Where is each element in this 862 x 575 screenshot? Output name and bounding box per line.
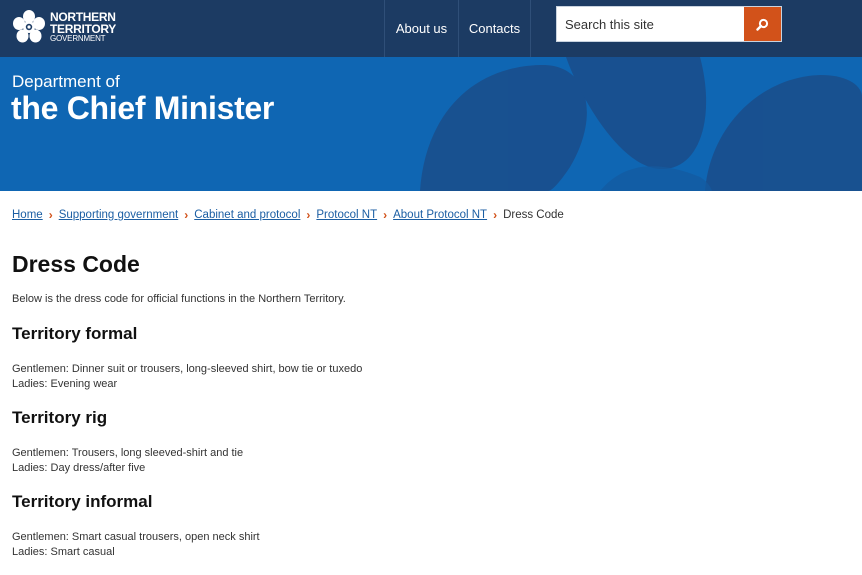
site-search — [556, 6, 782, 42]
informal-ladies-text: Ladies: Smart casual — [12, 546, 115, 558]
nav-contacts[interactable]: Contacts — [458, 0, 531, 57]
chevron-right-icon: › — [493, 208, 498, 222]
logo-wordmark: NORTHERN TERRITORY GOVERNMENT — [50, 11, 116, 43]
formal-gentlemen-text: Gentlemen: Dinner suit or trousers, long… — [12, 363, 363, 375]
chevron-right-icon: › — [48, 208, 53, 222]
nav-about-us[interactable]: About us — [384, 0, 458, 57]
breadcrumb-cabinet-and-protocol[interactable]: Cabinet and protocol — [194, 209, 300, 221]
section-heading-territory-formal: Territory formal — [12, 324, 138, 343]
search-button[interactable] — [744, 7, 781, 41]
breadcrumb-current: Dress Code — [503, 209, 564, 221]
top-navigation-bar: NORTHERN TERRITORY GOVERNMENT About us C… — [0, 0, 862, 57]
banner-subtitle: Department of — [12, 72, 120, 91]
breadcrumb-home[interactable]: Home — [12, 209, 43, 221]
formal-ladies-text: Ladies: Evening wear — [12, 378, 118, 390]
logo-line-3: GOVERNMENT — [50, 34, 106, 43]
breadcrumb-protocol-nt[interactable]: Protocol NT — [316, 209, 377, 221]
chevron-right-icon: › — [306, 208, 311, 222]
banner-title: the Chief Minister — [11, 90, 275, 126]
breadcrumb-about-protocol-nt[interactable]: About Protocol NT — [393, 209, 487, 221]
department-banner: Department of the Chief Minister — [0, 57, 862, 191]
section-heading-territory-informal: Territory informal — [12, 492, 153, 511]
intro-text: Below is the dress code for official fun… — [12, 293, 346, 305]
nt-government-logo[interactable]: NORTHERN TERRITORY GOVERNMENT — [11, 8, 121, 46]
section-heading-territory-rig: Territory rig — [12, 408, 108, 427]
rig-ladies-text: Ladies: Day dress/after five — [12, 462, 146, 474]
informal-gentlemen-text: Gentlemen: Smart casual trousers, open n… — [12, 531, 260, 543]
rig-gentlemen-text: Gentlemen: Trousers, long sleeved-shirt … — [12, 447, 244, 459]
search-icon — [756, 18, 769, 31]
chevron-right-icon: › — [383, 208, 388, 222]
page-title: Dress Code — [12, 251, 140, 277]
search-input[interactable] — [557, 7, 744, 41]
desert-rose-logo-icon — [13, 10, 45, 43]
chevron-right-icon: › — [184, 208, 189, 222]
breadcrumb-supporting-government[interactable]: Supporting government — [59, 209, 179, 221]
breadcrumb: Home › Supporting government › Cabinet a… — [12, 207, 564, 223]
